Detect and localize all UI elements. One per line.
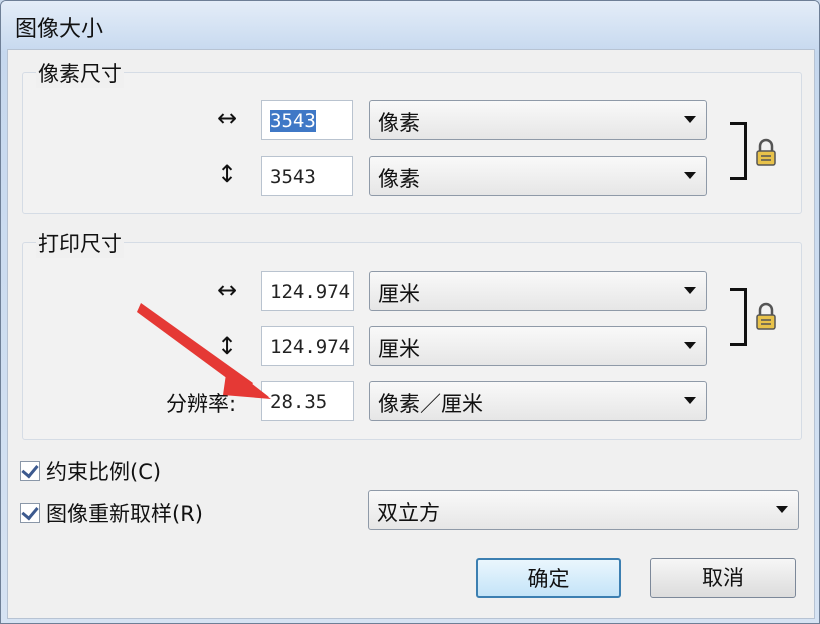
print-width-value: 124.974 <box>270 281 351 303</box>
constrain-proportions-checkbox[interactable]: 约束比例(C) <box>20 456 161 486</box>
dropdown-arrow-icon <box>684 287 696 294</box>
horizontal-arrow-icon: ↔ <box>216 104 238 132</box>
print-height-input[interactable]: 124.974 <box>261 326 354 366</box>
pixel-width-value: 3543 <box>270 110 316 132</box>
resolution-input[interactable]: 28.35 <box>261 381 354 421</box>
resample-method-value: 双立方 <box>377 501 440 525</box>
title-bar[interactable]: 图像大小 <box>1 1 819 51</box>
lock-icon[interactable] <box>753 138 779 168</box>
ok-button[interactable]: 确定 <box>476 558 621 598</box>
vertical-arrow-icon: ↕ <box>216 332 238 360</box>
print-height-value: 124.974 <box>270 336 351 358</box>
cancel-button[interactable]: 取消 <box>650 558 796 598</box>
resolution-unit-value: 像素／厘米 <box>378 392 483 416</box>
dialog-body: 像素尺寸 ↔ 3543 像素 ↕ 3543 像素 打印尺寸 ↔ 124.974 … <box>7 49 815 619</box>
resample-image-checkbox[interactable]: 图像重新取样(R) <box>20 498 203 528</box>
resolution-label: 分辨率: <box>166 392 237 416</box>
constrain-proportions-label: 约束比例(C) <box>46 460 162 484</box>
check-icon <box>21 502 39 521</box>
print-height-unit-value: 厘米 <box>378 337 420 361</box>
horizontal-arrow-icon: ↔ <box>216 276 238 304</box>
resample-method-select[interactable]: 双立方 <box>368 490 799 530</box>
pixel-height-input[interactable]: 3543 <box>261 156 353 196</box>
pixel-height-unit-select[interactable]: 像素 <box>369 156 707 196</box>
print-link-bracket <box>730 288 747 346</box>
resolution-unit-select[interactable]: 像素／厘米 <box>369 381 707 421</box>
print-size-label: 打印尺寸 <box>36 228 124 258</box>
checkbox-box[interactable] <box>20 502 40 523</box>
print-height-unit-select[interactable]: 厘米 <box>369 326 707 366</box>
dropdown-arrow-icon <box>684 397 696 404</box>
pixel-dimensions-label: 像素尺寸 <box>36 58 124 88</box>
pixel-width-unit-select[interactable]: 像素 <box>369 100 707 140</box>
dropdown-arrow-icon <box>776 506 788 513</box>
checkbox-box[interactable] <box>20 460 40 481</box>
image-size-dialog: 图像大小 像素尺寸 ↔ 3543 像素 ↕ 3543 像素 打印尺寸 ↔ 124… <box>0 0 820 624</box>
dropdown-arrow-icon <box>684 342 696 349</box>
print-width-unit-select[interactable]: 厘米 <box>369 271 707 311</box>
dropdown-arrow-icon <box>684 116 696 123</box>
check-icon <box>21 460 39 479</box>
resolution-value: 28.35 <box>270 391 328 413</box>
print-width-unit-value: 厘米 <box>378 282 420 306</box>
print-width-input[interactable]: 124.974 <box>261 271 354 311</box>
lock-icon[interactable] <box>753 302 779 332</box>
vertical-arrow-icon: ↕ <box>216 160 238 188</box>
pixel-height-unit-value: 像素 <box>378 167 420 191</box>
dropdown-arrow-icon <box>684 172 696 179</box>
dialog-title: 图像大小 <box>15 17 104 42</box>
pixel-height-value: 3543 <box>270 166 316 188</box>
pixel-link-bracket <box>730 122 747 180</box>
pixel-width-unit-value: 像素 <box>378 111 420 135</box>
resample-image-label: 图像重新取样(R) <box>46 502 203 526</box>
pixel-width-input[interactable]: 3543 <box>261 100 353 140</box>
